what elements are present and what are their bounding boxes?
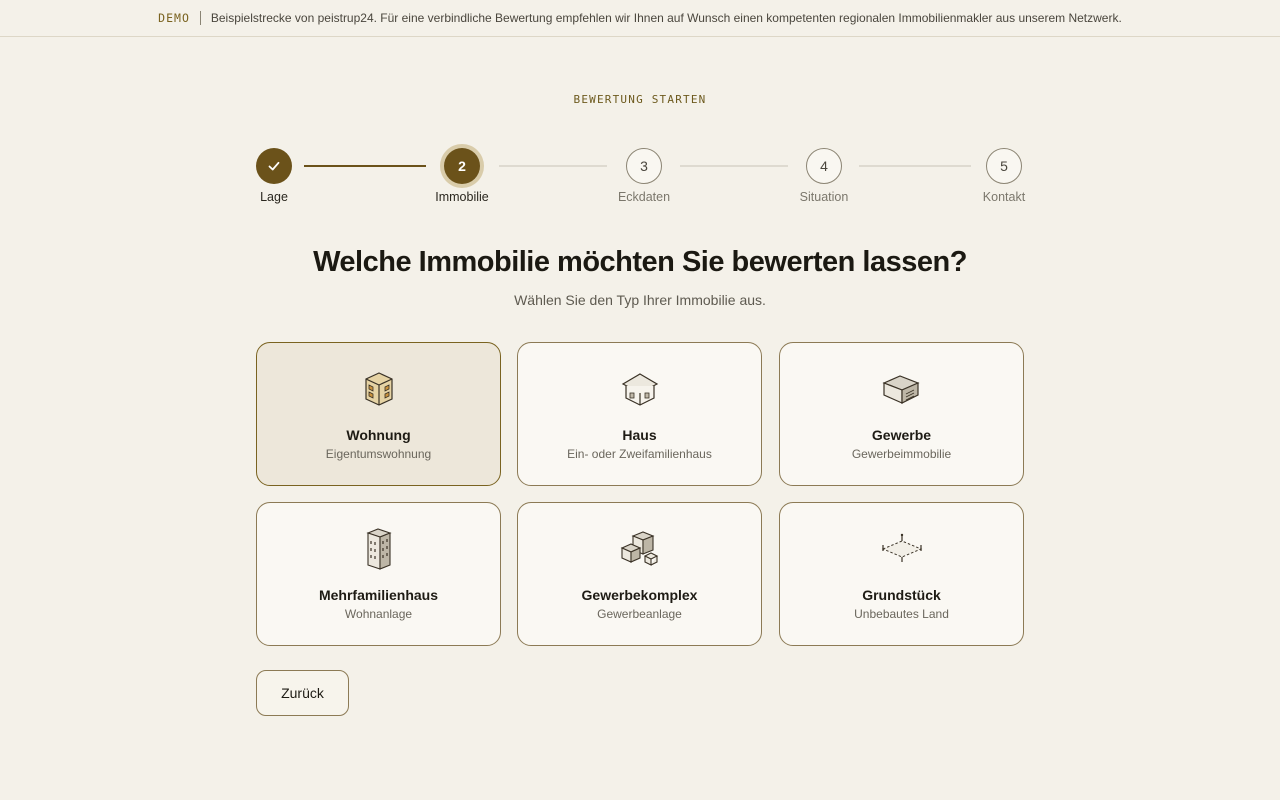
step-1-circle[interactable] (256, 148, 292, 184)
option-desc: Ein- oder Zweifamilienhaus (567, 447, 712, 461)
land-plot-icon (880, 529, 924, 569)
option-card-wohnung[interactable]: Wohnung Eigentumswohnung (256, 342, 501, 486)
step-connector-3 (680, 165, 788, 167)
step-5-label: Kontakt (982, 190, 1026, 204)
option-name: Mehrfamilienhaus (318, 587, 439, 603)
option-card-grundstueck[interactable]: Grundstück Unbebautes Land (779, 502, 1024, 646)
step-2-circle: 2 (444, 148, 480, 184)
option-name: Wohnung (346, 427, 411, 443)
option-desc: Unbebautes Land (854, 607, 949, 621)
option-name: Gewerbekomplex (581, 587, 698, 603)
option-desc: Wohnanlage (344, 607, 413, 621)
back-button[interactable]: Zurück (256, 670, 349, 716)
step-3-label: Eckdaten (617, 190, 671, 204)
option-name: Haus (622, 427, 657, 443)
apartment-icon (357, 369, 401, 409)
step-connector-1 (304, 165, 426, 167)
step-connector-2 (499, 165, 607, 167)
step-4-circle: 4 (806, 148, 842, 184)
commercial-complex-icon (618, 529, 662, 569)
step-4-label: Situation (799, 190, 849, 204)
step-connector-4 (859, 165, 971, 167)
option-desc: Eigentumswohnung (325, 447, 432, 461)
option-desc: Gewerbeimmobilie (851, 447, 952, 461)
house-icon (618, 369, 662, 409)
option-name: Gewerbe (871, 427, 932, 443)
option-card-mehrfamilienhaus[interactable]: Mehrfamilienhaus Wohnanlage (256, 502, 501, 646)
step-3-circle: 3 (626, 148, 662, 184)
multi-family-icon (357, 528, 401, 570)
commercial-icon (880, 369, 924, 409)
step-2-label: Immobilie (435, 190, 489, 204)
option-card-gewerbe[interactable]: Gewerbe Gewerbeimmobilie (779, 342, 1024, 486)
option-name: Grundstück (862, 587, 941, 603)
option-desc: Gewerbeanlage (597, 607, 682, 621)
option-card-gewerbekomplex[interactable]: Gewerbekomplex Gewerbeanlage (517, 502, 762, 646)
page-title: Welche Immobilie möchten Sie bewerten la… (313, 246, 967, 278)
option-card-haus[interactable]: Haus Ein- oder Zweifamilienhaus (517, 342, 762, 486)
check-icon (268, 161, 280, 171)
step-1-label: Lage (260, 190, 288, 204)
page-subtitle: Wählen Sie den Typ Ihrer Immobilie aus. (514, 292, 766, 308)
step-5-circle: 5 (986, 148, 1022, 184)
progress-stepper: 2 3 4 5 Lage Immobilie Eckdaten Situatio… (0, 0, 1280, 220)
